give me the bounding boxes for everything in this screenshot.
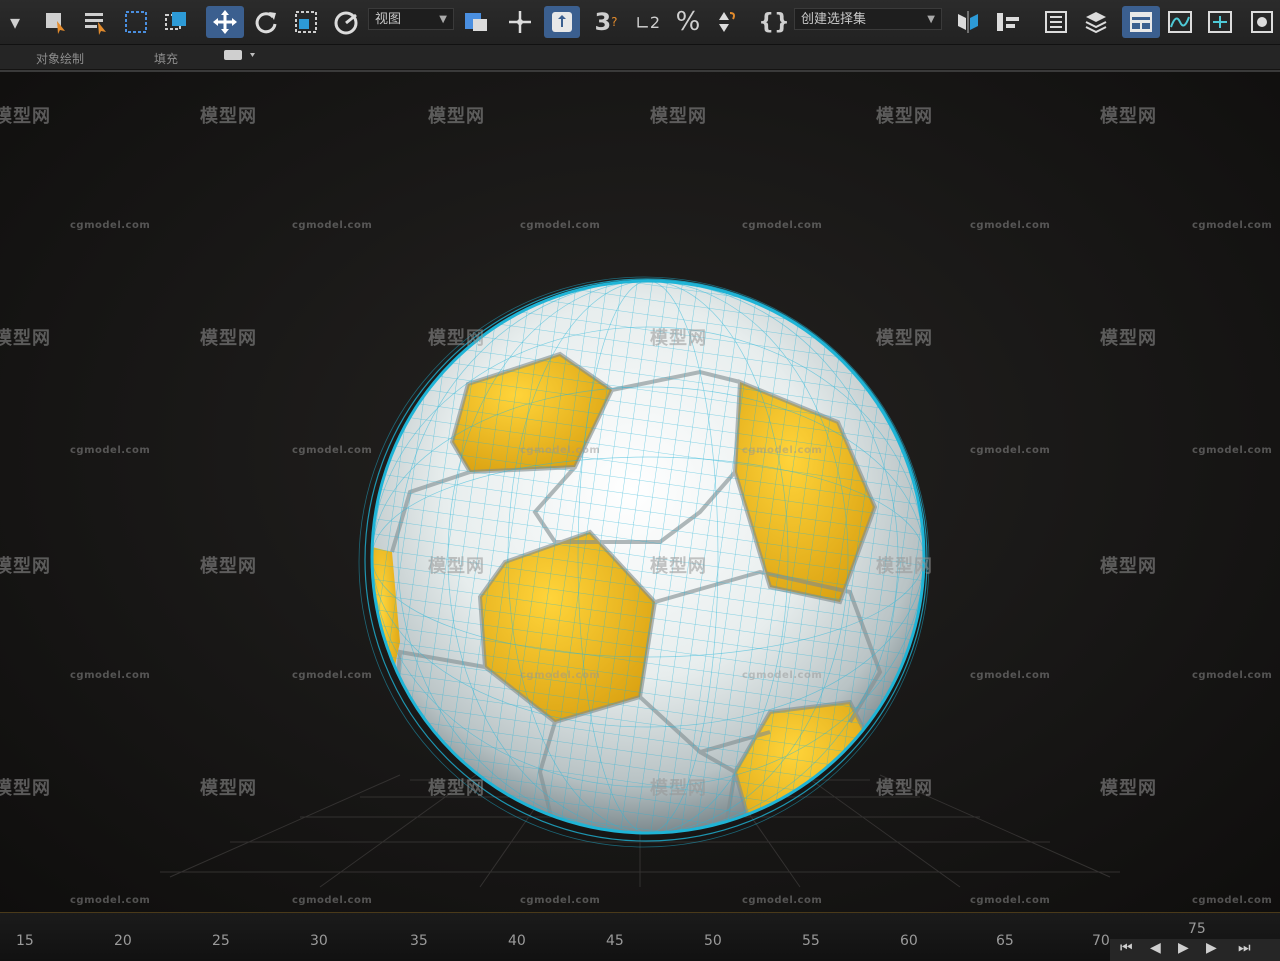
- select-and-manipulate-icon[interactable]: [504, 6, 536, 38]
- reference-coordinate-value: 视图: [375, 12, 402, 27]
- playback-controls: ⏮ ◀ ▶ ▶ ⏭: [1110, 939, 1280, 961]
- reference-coordinate-dropdown[interactable]: 视图 ▼: [368, 8, 454, 30]
- select-and-place-icon[interactable]: [330, 6, 362, 38]
- timeline-tick-label: 65: [996, 933, 1014, 949]
- go-to-start-icon[interactable]: ⏮: [1120, 940, 1133, 956]
- ribbon-tab-object-paint[interactable]: 对象绘制: [36, 50, 84, 67]
- timeline-tick-label: 30: [310, 933, 328, 949]
- timeline-tick-label: 35: [410, 933, 428, 949]
- spinner-snap-toggle-icon[interactable]: [708, 6, 740, 38]
- timeline-tick-label: 15: [16, 933, 34, 949]
- select-and-rotate-icon[interactable]: [250, 6, 282, 38]
- timeline-tick-label: 25: [212, 933, 230, 949]
- named-selection-sets-dropdown[interactable]: 创建选择集 ▼: [794, 8, 942, 30]
- main-toolbar: ▾ 视图 ▼ 3? 2 % {} 创建选择集 ▼: [0, 0, 1280, 45]
- timeline-tick-label: 70: [1092, 933, 1110, 949]
- ribbon-tab-fill[interactable]: 填充: [154, 50, 178, 67]
- material-editor-icon[interactable]: [1244, 6, 1280, 38]
- schematic-view-icon[interactable]: [1204, 6, 1236, 38]
- previous-frame-icon[interactable]: ◀: [1150, 940, 1161, 956]
- timeline-tick-label: 60: [900, 933, 918, 949]
- keyboard-shortcut-override-icon[interactable]: [544, 6, 580, 38]
- go-to-end-icon[interactable]: ⏭: [1238, 940, 1251, 956]
- chevron-down-icon: ▼: [439, 14, 447, 25]
- timeline-tick-label: 50: [704, 933, 722, 949]
- select-by-name-icon[interactable]: [80, 6, 112, 38]
- next-frame-icon[interactable]: ▶: [1206, 940, 1217, 956]
- angle-snap-label: 2: [649, 12, 661, 32]
- perspective-viewport[interactable]: 模型网 模型网 模型网 模型网 模型网 模型网 cgmodel.com cgmo…: [0, 70, 1280, 912]
- snaps-toggle-label: 3: [594, 8, 612, 36]
- timeline-tick-label: 40: [508, 933, 526, 949]
- edit-named-selection-sets-icon[interactable]: {}: [758, 6, 790, 38]
- ribbon-bar: 对象绘制 填充: [0, 45, 1280, 69]
- angle-snap-toggle-icon[interactable]: 2: [632, 6, 664, 38]
- toolbar-overflow-caret-icon[interactable]: ▾: [2, 6, 28, 38]
- window-crossing-icon[interactable]: [160, 6, 192, 38]
- align-icon[interactable]: [992, 6, 1024, 38]
- named-selection-sets-value: 创建选择集: [801, 12, 867, 27]
- scene-explorer-icon[interactable]: [1040, 6, 1072, 38]
- timeline-tick-label: 75: [1188, 921, 1206, 937]
- viewport-scene: [160, 276, 1120, 888]
- timeline-tick-label: 45: [606, 933, 624, 949]
- timeline-tick-label: 20: [114, 933, 132, 949]
- time-slider-track[interactable]: 15 20 25 30 35 40 45 50 55 60 65 70 75 ⏮…: [0, 912, 1280, 961]
- curly-braces-icon: {}: [758, 9, 790, 35]
- percent-snap-label: %: [675, 7, 701, 37]
- soccer-ball-model: [358, 276, 930, 848]
- use-pivot-point-center-icon[interactable]: [460, 6, 492, 38]
- select-object-icon[interactable]: [40, 6, 72, 38]
- snap-magnet-icon: ?: [611, 15, 618, 29]
- toggle-ribbon-icon[interactable]: [1122, 6, 1160, 38]
- play-icon[interactable]: ▶: [1178, 940, 1189, 956]
- curve-editor-icon[interactable]: [1164, 6, 1196, 38]
- select-and-move-icon[interactable]: [206, 6, 244, 38]
- mirror-icon[interactable]: [952, 6, 984, 38]
- rectangular-selection-region-icon[interactable]: [120, 6, 152, 38]
- percent-snap-toggle-icon[interactable]: %: [672, 6, 704, 38]
- chevron-down-icon: ▼: [927, 14, 935, 25]
- snaps-toggle-icon[interactable]: 3?: [590, 6, 622, 38]
- ribbon-options-icon[interactable]: [224, 48, 260, 65]
- timeline-tick-label: 55: [802, 933, 820, 949]
- layer-explorer-icon[interactable]: [1080, 6, 1112, 38]
- select-and-scale-icon[interactable]: [290, 6, 322, 38]
